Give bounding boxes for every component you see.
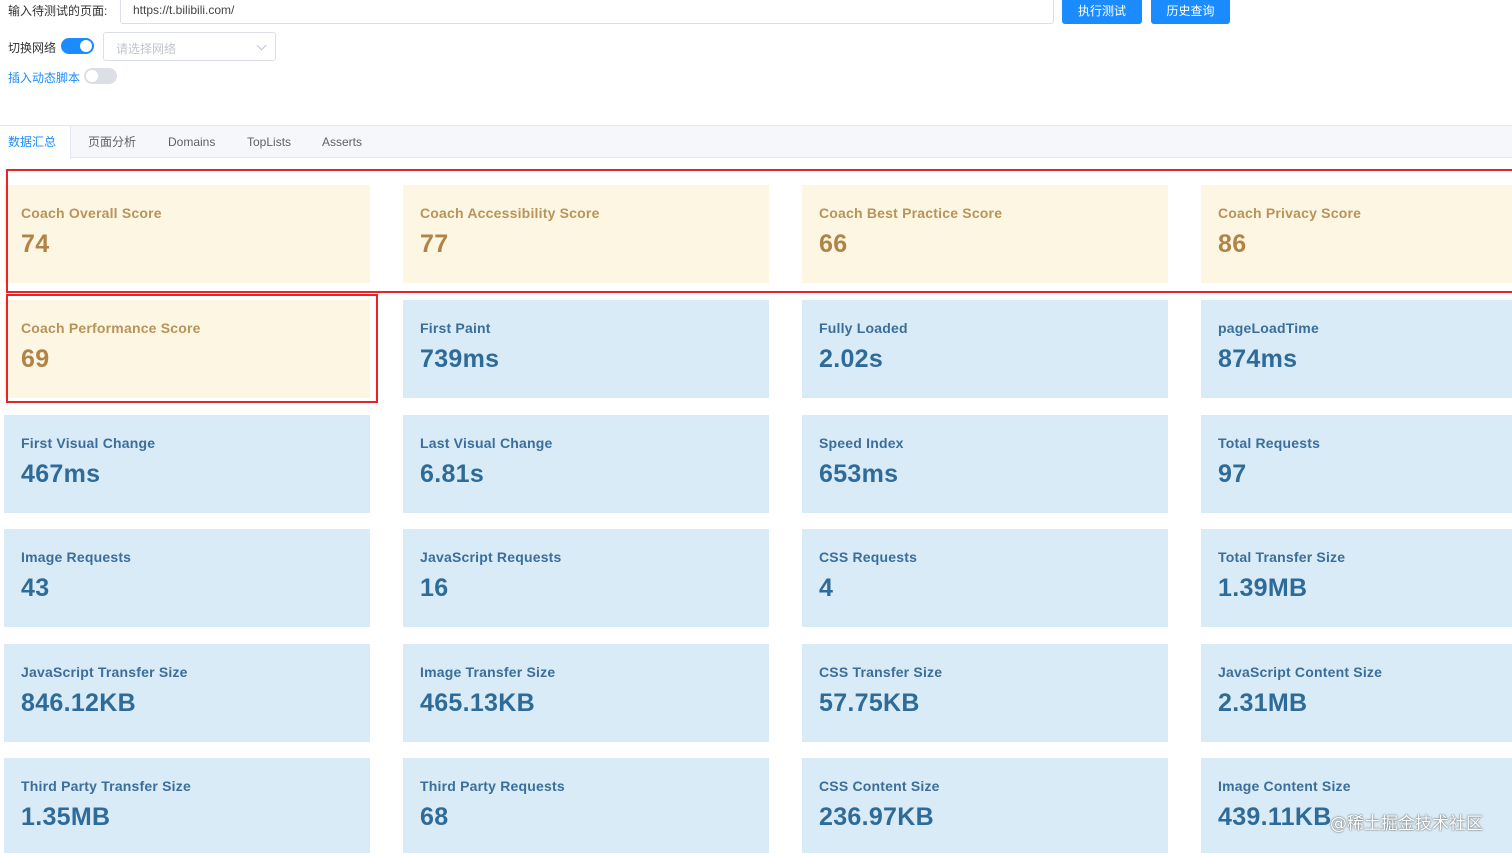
metric-value: 16 (420, 574, 449, 602)
metric-card: Image Content Size 439.11KB (1201, 758, 1512, 853)
metric-label: Total Requests (1218, 435, 1321, 451)
metric-label: First Visual Change (21, 435, 156, 451)
metric-value: 6.81s (420, 460, 485, 488)
dynamic-script-label: 插入动态脚本 (8, 71, 81, 85)
metric-card: Coach Privacy Score 86 (1201, 185, 1512, 283)
metric-card: pageLoadTime 874ms (1201, 300, 1512, 398)
metric-label: Image Transfer Size (420, 664, 556, 680)
metric-card: Coach Performance Score 69 (4, 300, 370, 398)
network-select[interactable]: 请选择网络 (103, 32, 276, 61)
metric-card: CSS Transfer Size 57.75KB (802, 644, 1168, 742)
metric-value: 2.02s (819, 345, 884, 373)
metric-label: CSS Transfer Size (819, 664, 943, 680)
tab-asserts[interactable]: Asserts (322, 126, 362, 158)
tab-toplists[interactable]: TopLists (247, 126, 291, 158)
metric-label: Fully Loaded (819, 320, 908, 336)
metric-label: CSS Requests (819, 549, 918, 565)
metric-card: Image Requests 43 (4, 529, 370, 627)
metric-card: Coach Overall Score 74 (4, 185, 370, 283)
metric-card: Third Party Requests 68 (403, 758, 769, 853)
metric-card: First Visual Change 467ms (4, 415, 370, 513)
metric-card: JavaScript Requests 16 (403, 529, 769, 627)
tab-domains[interactable]: Domains (168, 126, 215, 158)
metric-value: 236.97KB (819, 803, 934, 831)
metric-label: Image Content Size (1218, 778, 1351, 794)
metric-value: 467ms (21, 460, 101, 488)
history-query-button[interactable]: 历史查询 (1151, 0, 1230, 24)
metric-value: 653ms (819, 460, 899, 488)
metric-label: Coach Overall Score (21, 205, 162, 221)
metric-card: Last Visual Change 6.81s (403, 415, 769, 513)
tab-page-analysis[interactable]: 页面分析 (88, 126, 136, 158)
metric-card: JavaScript Transfer Size 846.12KB (4, 644, 370, 742)
metric-value: 1.35MB (21, 803, 111, 831)
metric-card: First Paint 739ms (403, 300, 769, 398)
metric-card: Coach Accessibility Score 77 (403, 185, 769, 283)
url-label: 输入待测试的页面: (8, 4, 108, 18)
metric-label: First Paint (420, 320, 491, 336)
metric-label: Speed Index (819, 435, 904, 451)
metric-value: 4 (819, 574, 834, 602)
tab-summary[interactable]: 数据汇总 (0, 126, 71, 159)
metric-label: Coach Privacy Score (1218, 205, 1362, 221)
network-switch-label: 切换网络 (8, 41, 57, 55)
dynamic-script-toggle[interactable] (84, 68, 117, 84)
metric-value: 1.39MB (1218, 574, 1308, 602)
metric-value: 739ms (420, 345, 500, 373)
metric-value: 43 (21, 574, 50, 602)
metric-card: CSS Content Size 236.97KB (802, 758, 1168, 853)
metric-label: Image Requests (21, 549, 132, 565)
network-toggle[interactable] (61, 38, 94, 54)
metric-card: Fully Loaded 2.02s (802, 300, 1168, 398)
metric-value: 57.75KB (819, 689, 920, 717)
metric-card: Total Requests 97 (1201, 415, 1512, 513)
metric-label: Last Visual Change (420, 435, 553, 451)
site-watermark: @稀土掘金技术社区 (1330, 814, 1483, 834)
metric-card: Coach Best Practice Score 66 (802, 185, 1168, 283)
metric-value: 86 (1218, 230, 1247, 258)
metric-value: 74 (21, 230, 50, 258)
url-row: 输入待测试的页面: https://t.bilibili.com/ 执行测试 历… (0, 0, 1512, 26)
metric-label: Coach Performance Score (21, 320, 201, 336)
metric-card: Total Transfer Size 1.39MB (1201, 529, 1512, 627)
metric-label: Coach Accessibility Score (420, 205, 600, 221)
metric-label: JavaScript Content Size (1218, 664, 1383, 680)
url-input[interactable]: https://t.bilibili.com/ (120, 0, 1054, 24)
chevron-down-icon (256, 40, 267, 51)
metric-value: 97 (1218, 460, 1247, 488)
network-select-placeholder: 请选择网络 (116, 42, 177, 56)
metric-label: Third Party Requests (420, 778, 565, 794)
metric-card: Third Party Transfer Size 1.35MB (4, 758, 370, 853)
metric-label: JavaScript Transfer Size (21, 664, 188, 680)
metric-value: 66 (819, 230, 848, 258)
metric-value: 68 (420, 803, 449, 831)
metric-card: CSS Requests 4 (802, 529, 1168, 627)
metric-value: 2.31MB (1218, 689, 1308, 717)
metric-label: CSS Content Size (819, 778, 940, 794)
metric-value: 69 (21, 345, 50, 373)
metric-label: Coach Best Practice Score (819, 205, 1003, 221)
run-test-button[interactable]: 执行测试 (1062, 0, 1142, 24)
metric-card: Image Transfer Size 465.13KB (403, 644, 769, 742)
metric-value: 846.12KB (21, 689, 136, 717)
metric-label: Total Transfer Size (1218, 549, 1346, 565)
metric-label: Third Party Transfer Size (21, 778, 191, 794)
metric-value: 465.13KB (420, 689, 535, 717)
tab-bar: 数据汇总 页面分析 Domains TopLists Asserts (0, 125, 1512, 159)
metric-value: 874ms (1218, 345, 1298, 373)
metric-value: 77 (420, 230, 449, 258)
metric-card: Speed Index 653ms (802, 415, 1168, 513)
metric-label: JavaScript Requests (420, 549, 562, 565)
metric-card: JavaScript Content Size 2.31MB (1201, 644, 1512, 742)
metric-label: pageLoadTime (1218, 320, 1319, 336)
